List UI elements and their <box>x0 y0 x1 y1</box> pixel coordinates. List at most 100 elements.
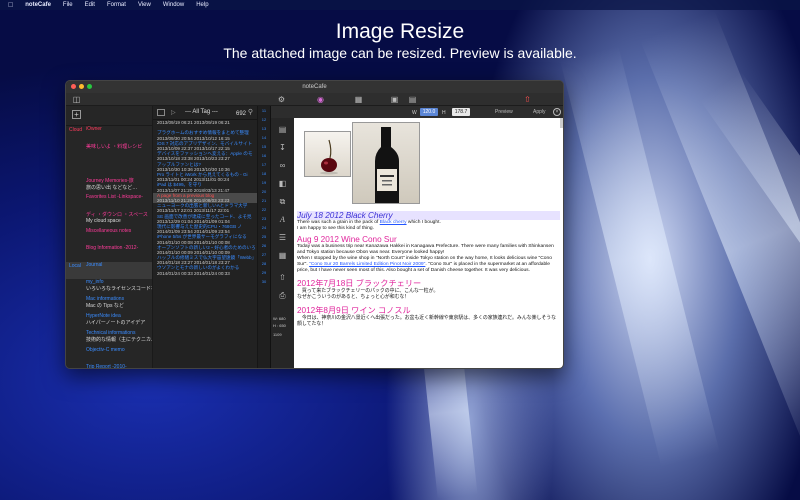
date-strip-day[interactable]: 22 <box>258 205 270 214</box>
menu-window[interactable]: Window <box>163 2 184 8</box>
date-strip-day[interactable]: 21 <box>258 196 270 205</box>
minimize-window-button[interactable] <box>79 84 84 89</box>
menu-app-name[interactable]: noteCafe <box>25 2 51 8</box>
add-notebook-button[interactable]: + <box>72 110 81 119</box>
date-strip-day[interactable]: 29 <box>258 268 270 277</box>
entry-link[interactable]: "Cono Sur 20 Barrels Limited Edition Pin… <box>309 262 425 267</box>
note-body[interactable]: July 18 2012 Black Cherry There was such… <box>297 208 560 328</box>
date-strip-day[interactable]: 11 <box>258 106 270 115</box>
gear-icon[interactable]: ⚙ <box>277 95 286 104</box>
note-list-item[interactable]: 現代に影響与えた歴史的CPU・768GB ノ 2014/01/09 23:54 2… <box>153 224 257 234</box>
note-list-item[interactable]: iOS 7 対応のアプリデザイン、モバイルサイト 2013/10/09 22:37… <box>153 141 257 151</box>
date-strip-day[interactable]: 14 <box>258 133 270 142</box>
date-strip-day[interactable]: 18 <box>258 169 270 178</box>
note-list-item[interactable]: プラグホームのおすすめ情報をまとめて整理 2013/09/30 20:54 201… <box>153 130 257 140</box>
notebook-item[interactable]: ディ ・ダウンロ ・スペース My cloud space <box>66 211 152 228</box>
date-strip-day[interactable]: 27 <box>258 250 270 259</box>
insert-icon[interactable]: ◧ <box>277 178 288 189</box>
table-icon[interactable]: ▦ <box>277 250 288 261</box>
notebook-item[interactable]: Blog Information -2012- <box>66 245 152 262</box>
date-strip-day[interactable]: 25 <box>258 232 270 241</box>
date-strip-day[interactable]: 26 <box>258 241 270 250</box>
search-icon[interactable]: ⚲ <box>248 108 253 116</box>
export-icon[interactable]: ⇧ <box>277 272 288 283</box>
image-icon[interactable]: ▣ <box>390 95 399 104</box>
tag-icon[interactable]: ▷ <box>171 109 176 116</box>
menu-format[interactable]: Format <box>107 2 126 8</box>
entry-link[interactable]: Black cherry <box>380 220 407 225</box>
entry-paragraph: Today was a business trip near Kanazawa … <box>297 244 560 256</box>
menu-bar:  noteCafe File Edit Format View Window … <box>0 0 800 10</box>
editor-tool-rail: ▤ ↧ ∞ ◧ ⧉ A ☰ ▦ ⇧ ⎙ W: 680 H : 650 1109 <box>271 106 294 368</box>
image-resize-bar: W 120.0 H 178.7 Preview Apply × <box>271 106 563 118</box>
notebook-item[interactable]: Technical informations技術的な情報（主にテクニカルライト） <box>66 330 152 347</box>
notebook-item[interactable]: my_infoいろいろなライセンスコードなど <box>66 279 152 296</box>
date-strip-day[interactable]: 16 <box>258 151 270 160</box>
link-icon[interactable]: ∞ <box>277 160 288 171</box>
note-list-item[interactable]: アップルファンとは? 2013/10/30 10:36 2013/10/30 10… <box>153 162 257 172</box>
print-icon[interactable]: ⎙ <box>277 290 288 301</box>
apply-button[interactable]: Apply <box>533 109 546 115</box>
close-window-button[interactable] <box>71 84 76 89</box>
notebook-item[interactable]: Local Journal <box>66 262 152 279</box>
notebook-item[interactable]: Objectiv-C memo <box>66 347 152 364</box>
height-input[interactable]: 178.7 <box>452 108 470 116</box>
apple-icon[interactable]:  <box>8 2 13 9</box>
notebook-item[interactable]: Favorites List -Linkspace- <box>66 194 152 211</box>
note-list-item[interactable]: SE 画面で改善が達成に至ったコード、よそ見 2013/12/29 01:04 2… <box>153 214 257 224</box>
date-strip-day[interactable]: 19 <box>258 178 270 187</box>
sidebar-toggle-icon[interactable]: ◫ <box>72 95 81 104</box>
menu-help[interactable]: Help <box>196 2 208 8</box>
calendar-icon[interactable]: ▤ <box>277 124 288 135</box>
note-list-item[interactable]: iPhone 5/5s が世界最サーモグラフィになる 2014/01/10 00:… <box>153 234 257 244</box>
entry-text: There was such a grain in the pack of <box>297 220 380 225</box>
download-icon[interactable]: ↧ <box>277 142 288 153</box>
notebook-item[interactable]: Journey Memories-旅 旅の思い出 などなど… <box>66 177 152 194</box>
note-list-item[interactable]: Pro ライトと iWork から見えてくるもの - Gi 2013/11/01 … <box>153 172 257 182</box>
grid-view-icon[interactable]: ▦ <box>354 95 363 104</box>
notebook-item[interactable]: HyperNote idea ハイパーノートのアイデア <box>66 313 152 330</box>
note-list-item[interactable]: A page from a previous blog 2013/11/10 21… <box>153 192 257 204</box>
note-list-item[interactable]: 2013/09/19 06:21 2013/09/19 06:21 <box>153 120 257 130</box>
close-resize-icon[interactable]: × <box>553 108 561 116</box>
date-strip-day[interactable]: 28 <box>258 259 270 268</box>
note-list-item[interactable]: ニューヨークの出張と新しいAとドラマ大学 2013/11/17 22:01 201… <box>153 203 257 213</box>
menu-view[interactable]: View <box>138 2 151 8</box>
width-input[interactable]: 120.0 <box>420 108 438 116</box>
date-strip-day[interactable]: 23 <box>258 214 270 223</box>
menu-file[interactable]: File <box>63 2 73 8</box>
preview-button[interactable]: Preview <box>495 109 513 115</box>
wine-photo[interactable] <box>352 122 420 204</box>
date-strip-day[interactable]: 15 <box>258 142 270 151</box>
date-strip-day[interactable]: 13 <box>258 124 270 133</box>
note-list-item[interactable]: ハッブルの修繕ミスで仏大宇宙望遠鏡「Webb」 2014/01/18 23:27 … <box>153 255 257 265</box>
attachment-icon[interactable]: ▤ <box>408 95 417 104</box>
date-strip-day[interactable]: 30 <box>258 277 270 286</box>
cherry-photo[interactable] <box>304 131 351 177</box>
notebook-item[interactable]: Cloud iOwner <box>66 126 152 143</box>
scrollbar[interactable] <box>560 118 563 128</box>
tag-filter[interactable]: --- All Tag --- <box>185 109 218 115</box>
note-list-view-icon[interactable] <box>157 109 165 116</box>
note-list-item[interactable]: ウソアンとモナの新しいのがよくわかる 2014/01/24 00:33 2014/… <box>153 265 257 275</box>
zoom-window-button[interactable] <box>87 84 92 89</box>
share-icon[interactable]: ⇧ <box>523 95 532 104</box>
notebook-item[interactable]: 美味しいよ ・料理レシピ <box>66 143 152 160</box>
list-icon[interactable]: ☰ <box>277 232 288 243</box>
font-icon[interactable]: A <box>277 214 288 225</box>
copy-icon[interactable]: ⧉ <box>277 196 288 207</box>
notebook-item[interactable]: Mac informations Mac の Tips など <box>66 296 152 313</box>
date-strip-day[interactable]: 24 <box>258 223 270 232</box>
note-list-item[interactable]: オープンソフトの新しい2・好心者のためのいろ 2014/01/10 00:09 2… <box>153 245 257 255</box>
notebook-item[interactable]: Trip Report -2010- <box>66 364 152 368</box>
note-editor[interactable]: July 18 2012 Black Cherry There was such… <box>294 118 563 368</box>
color-palette-icon[interactable]: ◉ <box>316 95 325 104</box>
date-strip-day[interactable]: 17 <box>258 160 270 169</box>
date-strip-day[interactable]: 12 <box>258 115 270 124</box>
menu-edit[interactable]: Edit <box>85 2 95 8</box>
note-list-item[interactable]: デバイスをファッションへ変える：Apple のモ 2013/10/18 23:38… <box>153 151 257 161</box>
note-list-item[interactable]: iPad は $499。を守り 2013/11/07 21:20 2018/03/… <box>153 182 257 192</box>
notebook-item[interactable]: Miscellaneous notes <box>66 228 152 245</box>
notebook-item[interactable] <box>66 160 152 177</box>
date-strip-day[interactable]: 20 <box>258 187 270 196</box>
